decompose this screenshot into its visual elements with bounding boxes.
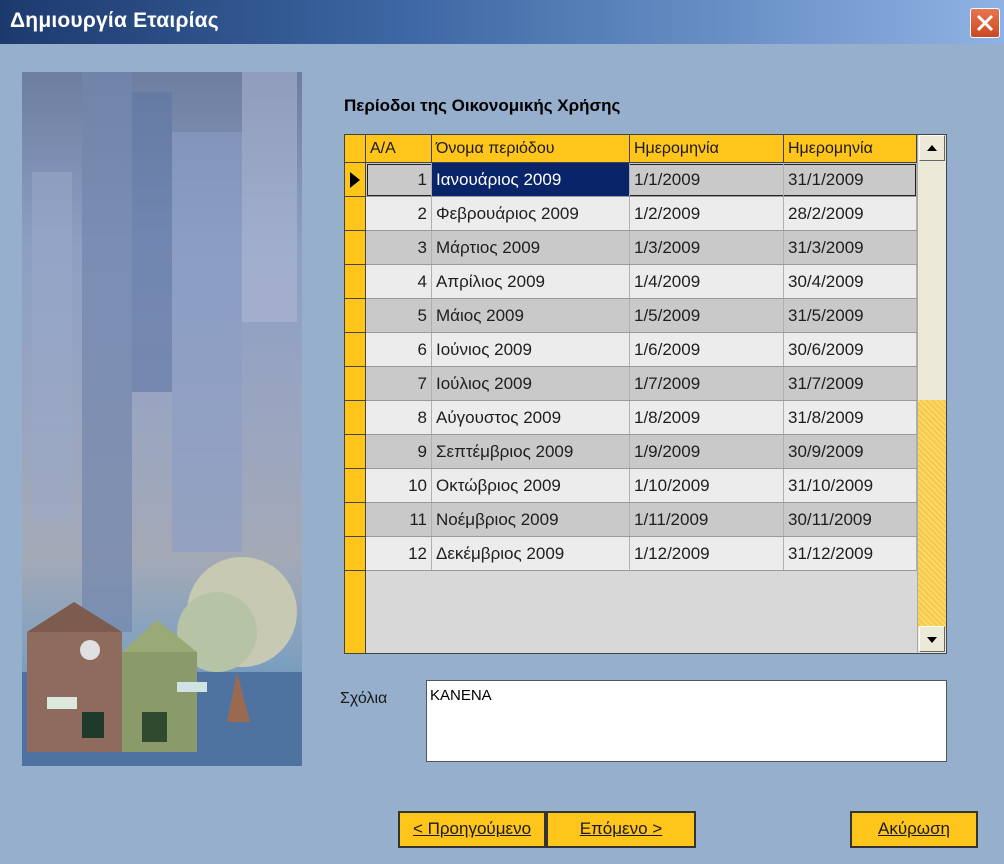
periods-heading: Περίοδοι της Οικονομικής Χρήσης (344, 96, 621, 115)
cell-end-date[interactable]: 30/6/2009 (784, 333, 917, 366)
cell-start-date[interactable]: 1/12/2009 (630, 537, 784, 570)
row-indicator[interactable] (345, 435, 366, 469)
table-row[interactable]: 12 Δεκέμβριος 2009 1/12/2009 31/12/2009 (366, 537, 917, 571)
table-row[interactable]: 9 Σεπτέμβριος 2009 1/9/2009 30/9/2009 (366, 435, 917, 469)
cell-end-date[interactable]: 31/10/2009 (784, 469, 917, 502)
cell-end-date[interactable]: 31/7/2009 (784, 367, 917, 400)
table-row[interactable]: 7 Ιούλιος 2009 1/7/2009 31/7/2009 (366, 367, 917, 401)
arrow-down-icon (927, 637, 937, 643)
row-indicator-empty (345, 571, 366, 653)
cell-start-date[interactable]: 1/5/2009 (630, 299, 784, 332)
cell-start-date[interactable]: 1/3/2009 (630, 231, 784, 264)
periods-grid: Α/Α Όνομα περιόδου Ημερομηνία Ημερομηνία… (344, 134, 947, 654)
cell-index[interactable]: 6 (366, 333, 432, 366)
row-indicator[interactable] (345, 333, 366, 367)
row-indicator[interactable] (345, 537, 366, 571)
grid-vertical-scrollbar[interactable] (917, 135, 946, 653)
create-company-dialog: Δημιουργία Εταιρίας Περίοδοι της Οικονομ… (0, 0, 1004, 864)
row-indicator[interactable] (345, 299, 366, 333)
cell-period-name[interactable]: Σεπτέμβριος 2009 (432, 435, 630, 468)
triangle-right-icon (350, 172, 360, 188)
cell-end-date[interactable]: 30/9/2009 (784, 435, 917, 468)
row-indicator[interactable] (345, 231, 366, 265)
cell-index[interactable]: 10 (366, 469, 432, 502)
cell-end-date[interactable]: 31/3/2009 (784, 231, 917, 264)
cell-start-date[interactable]: 1/8/2009 (630, 401, 784, 434)
table-row[interactable]: 6 Ιούνιος 2009 1/6/2009 30/6/2009 (366, 333, 917, 367)
row-indicator[interactable] (345, 197, 366, 231)
cell-end-date[interactable]: 30/4/2009 (784, 265, 917, 298)
cell-period-name[interactable]: Δεκέμβριος 2009 (432, 537, 630, 570)
cell-period-name[interactable]: Μάρτιος 2009 (432, 231, 630, 264)
cell-period-name[interactable]: Απρίλιος 2009 (432, 265, 630, 298)
cell-end-date[interactable]: 31/12/2009 (784, 537, 917, 570)
cell-period-name[interactable]: Ιανουάριος 2009 (432, 163, 630, 196)
cell-index[interactable]: 5 (366, 299, 432, 332)
cell-start-date[interactable]: 1/2/2009 (630, 197, 784, 230)
cell-start-date[interactable]: 1/11/2009 (630, 503, 784, 536)
row-indicator[interactable] (345, 503, 366, 537)
cell-period-name[interactable]: Ιούλιος 2009 (432, 367, 630, 400)
arrow-up-icon (927, 145, 937, 151)
cell-start-date[interactable]: 1/9/2009 (630, 435, 784, 468)
row-indicator[interactable] (345, 469, 366, 503)
close-button[interactable] (970, 8, 1000, 38)
cell-start-date[interactable]: 1/6/2009 (630, 333, 784, 366)
cell-start-date[interactable]: 1/10/2009 (630, 469, 784, 502)
table-row[interactable]: 3 Μάρτιος 2009 1/3/2009 31/3/2009 (366, 231, 917, 265)
cell-period-name[interactable]: Νοέμβριος 2009 (432, 503, 630, 536)
cell-period-name[interactable]: Μάιος 2009 (432, 299, 630, 332)
row-indicator[interactable] (345, 401, 366, 435)
column-header-period-name[interactable]: Όνομα περιόδου (432, 135, 630, 163)
table-row[interactable]: 4 Απρίλιος 2009 1/4/2009 30/4/2009 (366, 265, 917, 299)
cell-end-date[interactable]: 30/11/2009 (784, 503, 917, 536)
cell-period-name[interactable]: Οκτώβριος 2009 (432, 469, 630, 502)
cell-start-date[interactable]: 1/1/2009 (630, 163, 784, 196)
next-button[interactable]: Επόμενο > (546, 811, 696, 848)
table-row[interactable]: 1 Ιανουάριος 2009 1/1/2009 31/1/2009 (366, 163, 917, 197)
cell-index[interactable]: 7 (366, 367, 432, 400)
cell-index[interactable]: 4 (366, 265, 432, 298)
cell-period-name[interactable]: Φεβρουάριος 2009 (432, 197, 630, 230)
cell-index[interactable]: 2 (366, 197, 432, 230)
column-header-end-date[interactable]: Ημερομηνία (784, 135, 917, 163)
grid-corner-header (345, 135, 366, 163)
cancel-button[interactable]: Ακύρωση (850, 811, 978, 848)
close-icon (976, 14, 994, 32)
scroll-thumb[interactable] (918, 400, 946, 628)
table-row[interactable]: 5 Μάιος 2009 1/5/2009 31/5/2009 (366, 299, 917, 333)
comments-label: Σχόλια (340, 690, 388, 707)
cell-index[interactable]: 1 (366, 163, 432, 196)
cell-end-date[interactable]: 31/5/2009 (784, 299, 917, 332)
cell-index[interactable]: 8 (366, 401, 432, 434)
scroll-up-button[interactable] (919, 135, 945, 161)
cell-end-date[interactable]: 31/1/2009 (784, 163, 917, 196)
row-indicator-current[interactable] (345, 163, 366, 197)
table-row[interactable]: 8 Αύγουστος 2009 1/8/2009 31/8/2009 (366, 401, 917, 435)
row-indicator[interactable] (345, 265, 366, 299)
cell-end-date[interactable]: 28/2/2009 (784, 197, 917, 230)
cell-index[interactable]: 11 (366, 503, 432, 536)
column-header-start-date[interactable]: Ημερομηνία (630, 135, 784, 163)
cell-start-date[interactable]: 1/4/2009 (630, 265, 784, 298)
cell-period-name[interactable]: Αύγουστος 2009 (432, 401, 630, 434)
cell-index[interactable]: 3 (366, 231, 432, 264)
cell-end-date[interactable]: 31/8/2009 (784, 401, 917, 434)
window-title: Δημιουργία Εταιρίας (10, 9, 219, 32)
table-row[interactable]: 10 Οκτώβριος 2009 1/10/2009 31/10/2009 (366, 469, 917, 503)
title-bar[interactable]: Δημιουργία Εταιρίας (0, 0, 1004, 44)
column-header-aa[interactable]: Α/Α (366, 135, 432, 163)
cell-start-date[interactable]: 1/7/2009 (630, 367, 784, 400)
cell-index[interactable]: 9 (366, 435, 432, 468)
previous-button[interactable]: < Προηγούμενο (398, 811, 546, 848)
row-indicator[interactable] (345, 367, 366, 401)
decorative-artwork (22, 72, 302, 766)
table-row[interactable]: 2 Φεβρουάριος 2009 1/2/2009 28/2/2009 (366, 197, 917, 231)
scroll-down-button[interactable] (919, 626, 945, 652)
table-row[interactable]: 11 Νοέμβριος 2009 1/11/2009 30/11/2009 (366, 503, 917, 537)
comments-field[interactable]: ΚΑΝΕΝΑ (426, 680, 947, 762)
cell-period-name[interactable]: Ιούνιος 2009 (432, 333, 630, 366)
cell-index[interactable]: 12 (366, 537, 432, 570)
